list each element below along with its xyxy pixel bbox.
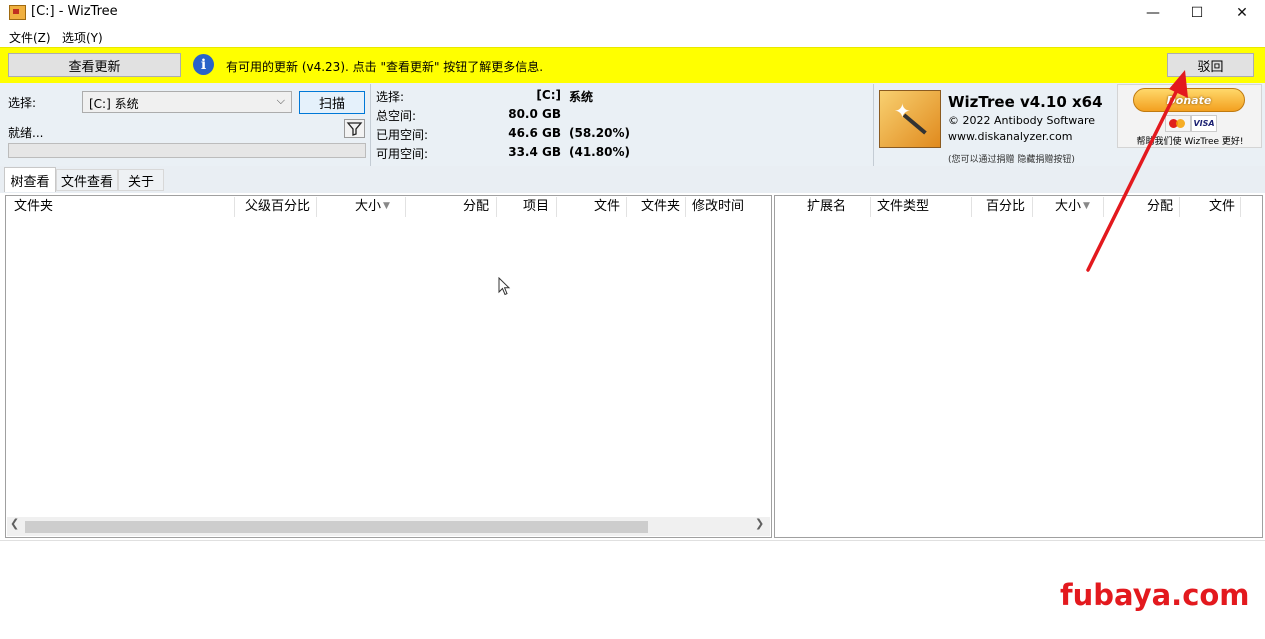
column-divider[interactable]	[971, 197, 972, 217]
title-bar	[0, 0, 1265, 26]
scan-progress-bar	[8, 143, 366, 158]
stats-select-name: 系统	[569, 90, 594, 104]
wiztree-app-icon	[9, 5, 26, 20]
scroll-left-arrow-icon[interactable]: ❮	[10, 517, 19, 530]
donate-note: (您可以通过捐赠 隐藏捐赠按钮)	[948, 155, 1075, 165]
col-size[interactable]: 大小	[1055, 199, 1081, 219]
column-divider[interactable]	[1032, 197, 1033, 217]
wand-icon	[902, 113, 927, 135]
col-extension[interactable]: 扩展名	[807, 199, 846, 219]
update-message: 有可用的更新 (v4.23). 点击 "查看更新" 按钮了解更多信息.	[226, 60, 544, 74]
maximize-button[interactable]: ☐	[1174, 0, 1220, 26]
tab-about[interactable]: 关于	[118, 169, 164, 191]
drive-select-value: [C:] 系统	[89, 97, 139, 111]
chevron-down-icon: ⌵	[276, 94, 285, 107]
scan-button[interactable]: 扫描	[299, 91, 365, 114]
drive-select[interactable]: [C:] 系统 ⌵	[82, 91, 292, 113]
filter-button[interactable]	[344, 119, 365, 138]
col-files[interactable]: 文件	[1209, 199, 1235, 219]
scroll-right-arrow-icon[interactable]: ❯	[755, 517, 764, 530]
check-update-button[interactable]: 查看更新	[8, 53, 181, 77]
used-space-percent: (58.20%)	[569, 126, 630, 140]
column-divider[interactable]	[316, 197, 317, 217]
panel-divider	[370, 84, 371, 166]
col-percent[interactable]: 百分比	[986, 199, 1025, 219]
col-folders[interactable]: 文件夹	[641, 199, 680, 219]
annotation-arrow-icon	[1086, 70, 1188, 272]
col-folder[interactable]: 文件夹	[14, 199, 53, 219]
column-divider[interactable]	[234, 197, 235, 217]
col-allocated[interactable]: 分配	[463, 199, 489, 219]
column-divider[interactable]	[405, 197, 406, 217]
col-size[interactable]: 大小	[355, 199, 381, 219]
total-space-value: 80.0 GB	[508, 107, 561, 121]
mouse-cursor-icon	[498, 277, 511, 296]
column-divider[interactable]	[556, 197, 557, 217]
total-space-label: 总空间:	[376, 109, 417, 123]
column-divider[interactable]	[626, 197, 627, 217]
menu-file[interactable]: 文件(Z)	[9, 29, 51, 46]
menu-options[interactable]: 选项(Y)	[62, 29, 103, 46]
sort-desc-icon: ▼	[383, 201, 390, 211]
menu-bar	[0, 27, 1265, 47]
free-space-percent: (41.80%)	[569, 145, 630, 159]
select-label: 选择:	[8, 96, 37, 110]
panel-divider	[873, 84, 874, 166]
folder-tree-pane[interactable]	[5, 195, 772, 538]
tab-tree-view[interactable]: 树查看	[4, 167, 56, 192]
column-divider[interactable]	[685, 197, 686, 217]
window-title: [C:] - WizTree	[31, 4, 118, 19]
website-link[interactable]: www.diskanalyzer.com	[948, 130, 1073, 143]
watermark-text: fubaya.com	[1060, 578, 1250, 612]
info-icon: i	[193, 54, 214, 75]
column-divider[interactable]	[496, 197, 497, 217]
free-space-label: 可用空间:	[376, 147, 429, 161]
used-space-label: 已用空间:	[376, 128, 429, 142]
column-divider[interactable]	[870, 197, 871, 217]
stats-select-drive: [C:]	[536, 88, 561, 102]
col-parent-percent[interactable]: 父级百分比	[245, 199, 310, 219]
col-items[interactable]: 项目	[523, 199, 549, 219]
wiztree-logo: ✦	[879, 90, 941, 148]
tab-file-view[interactable]: 文件查看	[56, 169, 118, 191]
col-file-type[interactable]: 文件类型	[877, 199, 929, 219]
close-button[interactable]: ✕	[1219, 0, 1265, 26]
update-notification-bar	[0, 47, 1265, 83]
filter-icon	[346, 122, 363, 136]
free-space-value: 33.4 GB	[508, 145, 561, 159]
column-divider[interactable]	[1240, 197, 1241, 217]
scrollbar-thumb[interactable]	[25, 521, 648, 533]
copyright: © 2022 Antibody Software	[948, 114, 1096, 127]
col-modified[interactable]: 修改时间	[692, 199, 744, 219]
tab-bar	[0, 166, 1265, 193]
minimize-button[interactable]: —	[1130, 0, 1176, 26]
used-space-value: 46.6 GB	[508, 126, 561, 140]
status-text: 就绪...	[8, 126, 44, 140]
col-files[interactable]: 文件	[594, 199, 620, 219]
stats-select-label: 选择:	[376, 90, 405, 104]
